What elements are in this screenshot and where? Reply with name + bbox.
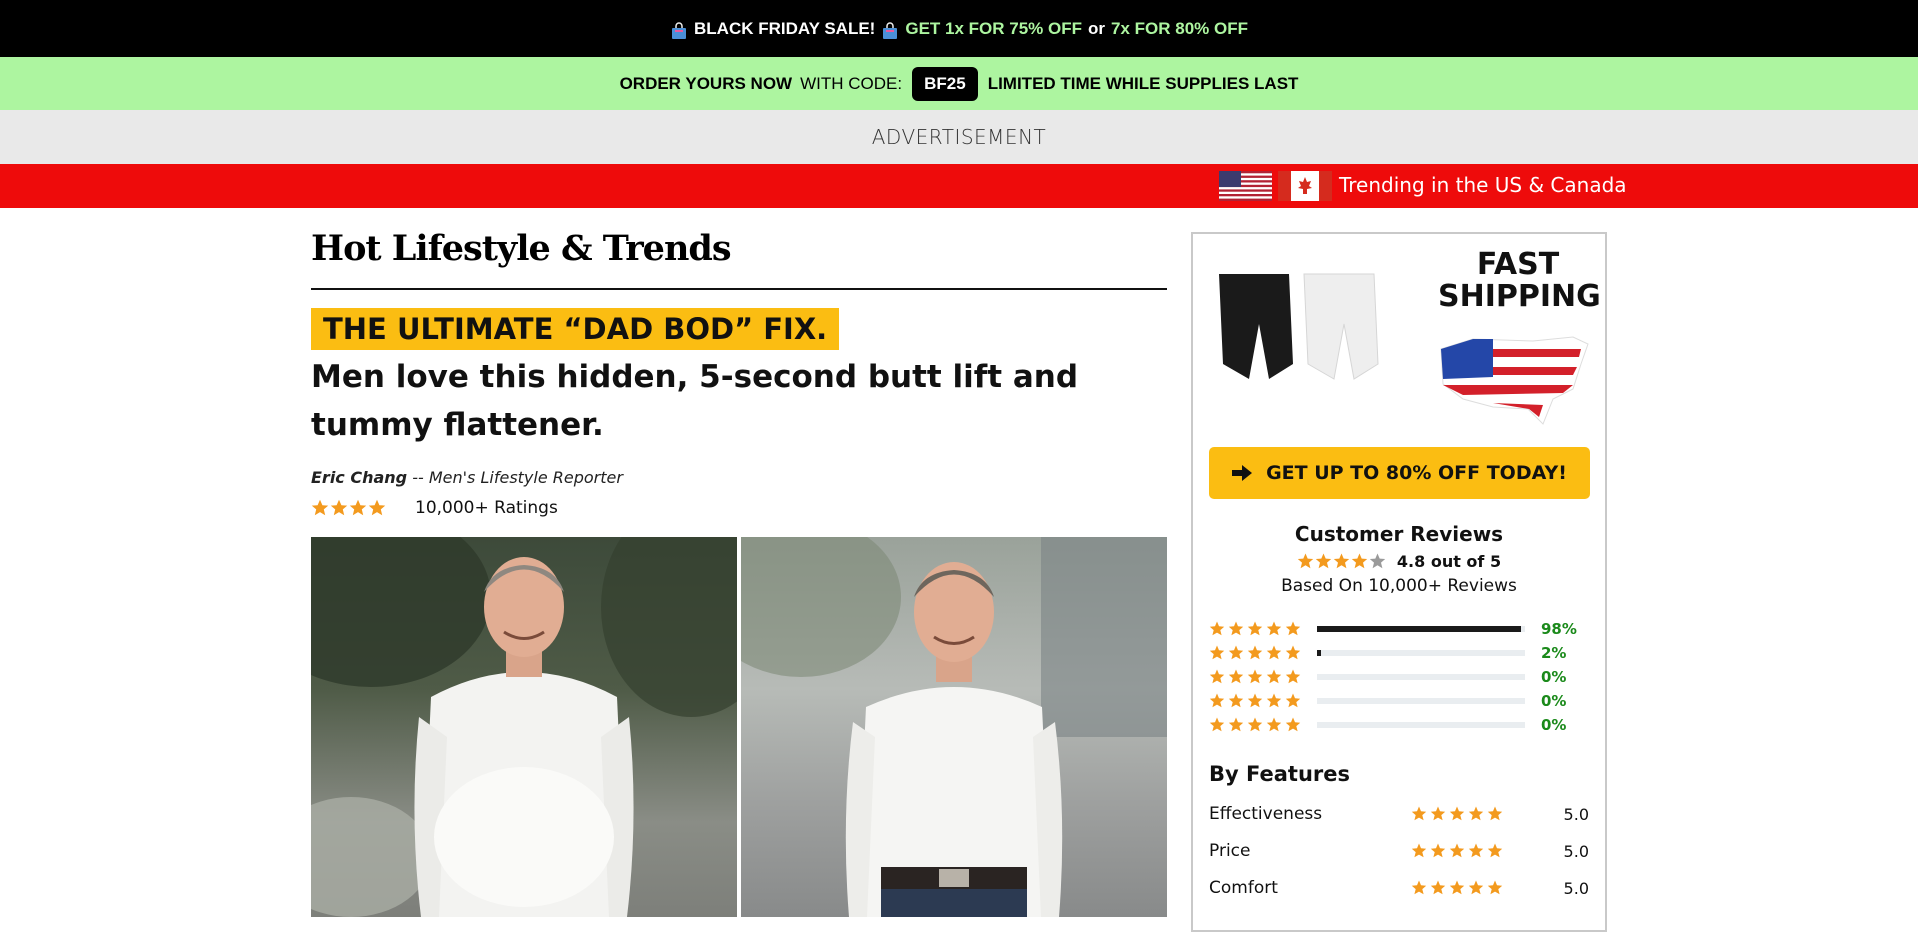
distribution-row: 2% <box>1209 641 1589 665</box>
feature-row: Price 5.0 <box>1209 841 1589 861</box>
offer-or: or <box>1088 18 1106 38</box>
headline: Men love this hidden, 5-second butt lift… <box>311 359 1079 443</box>
trending-text: Trending in the US & Canada <box>1339 173 1627 197</box>
product-image[interactable] <box>1209 264 1399 394</box>
five-star-icon <box>1411 806 1503 821</box>
code-bar: ORDER YOURS NOW WITH CODE: BF25 LIMITED … <box>0 57 1918 110</box>
customer-reviews-title: Customer Reviews <box>1294 522 1504 546</box>
five-star-icon <box>1209 669 1301 684</box>
star-rating-icon <box>311 499 396 516</box>
usa-map-flag-icon <box>1440 336 1589 425</box>
feature-score: 5.0 <box>1563 878 1589 898</box>
distribution-percent: 0% <box>1541 692 1567 710</box>
review-score: 4.8 out of 5 <box>1193 552 1605 571</box>
shopping-bag-icon <box>672 21 686 39</box>
cta-label: GET UP TO 80% OFF TODAY! <box>1266 462 1567 484</box>
limited-time-label: LIMITED TIME WHILE SUPPLIES LAST <box>987 73 1299 93</box>
black-friday-label: BLACK FRIDAY SALE! <box>694 18 876 38</box>
shopping-bag-icon <box>883 21 898 39</box>
star-rating-icon <box>1297 553 1386 569</box>
five-star-icon <box>1209 621 1301 636</box>
distribution-bar <box>1317 722 1525 728</box>
site-title[interactable]: Hot Lifestyle & Trends <box>311 228 732 269</box>
feature-name: Comfort <box>1209 878 1278 898</box>
after-photo <box>741 537 1167 917</box>
before-after-photos <box>311 537 1167 917</box>
sidebar-offer: FAST SHIPPING GET UP TO 80% OFF TODAY! C… <box>1191 232 1607 932</box>
byline: Eric Chang -- Men's Lifestyle Reporter <box>311 468 623 487</box>
five-star-icon <box>1209 645 1301 660</box>
distribution-row: 0% <box>1209 713 1589 737</box>
canada-flag-icon <box>1278 171 1332 201</box>
distribution-bar <box>1317 650 1525 656</box>
distribution-row: 0% <box>1209 689 1589 713</box>
ratings-count: 10,000+ Ratings <box>415 498 558 518</box>
based-on-text: Based On 10,000+ Reviews <box>1281 576 1517 596</box>
distribution-percent: 0% <box>1541 668 1567 686</box>
feature-name: Effectiveness <box>1209 804 1323 824</box>
distribution-percent: 98% <box>1541 620 1577 638</box>
distribution-bar <box>1317 698 1525 704</box>
distribution-bar <box>1317 626 1525 632</box>
feature-score: 5.0 <box>1563 841 1589 861</box>
title-divider <box>311 288 1167 290</box>
promo-bar: BLACK FRIDAY SALE! GET 1x FOR 75% OFF or… <box>0 0 1918 57</box>
five-star-icon <box>1209 717 1301 732</box>
fast-shipping-label: FAST SHIPPING <box>1438 247 1601 314</box>
rating-distribution: 98% 2% 0% 0% 0% <box>1209 617 1589 737</box>
five-star-icon <box>1411 843 1503 858</box>
advertisement-label: ADVERTISEMENT <box>871 125 1047 149</box>
flags <box>1219 171 1332 201</box>
by-features-title: By Features <box>1209 762 1351 786</box>
advertisement-bar: ADVERTISEMENT <box>0 110 1918 164</box>
distribution-row: 98% <box>1209 617 1589 641</box>
author-name: Eric Chang <box>311 468 408 487</box>
distribution-percent: 0% <box>1541 716 1567 734</box>
us-flag-icon <box>1219 171 1272 201</box>
score-text: 4.8 out of 5 <box>1396 552 1502 571</box>
trending-bar: Trending in the US & Canada <box>0 164 1918 208</box>
author-role: -- Men's Lifestyle Reporter <box>412 468 623 487</box>
distribution-row: 0% <box>1209 665 1589 689</box>
feature-row: Effectiveness 5.0 <box>1209 804 1589 824</box>
offer-two: 7x FOR 80% OFF <box>1111 18 1248 38</box>
get-discount-button[interactable]: GET UP TO 80% OFF TODAY! <box>1209 447 1590 499</box>
distribution-percent: 2% <box>1541 644 1567 662</box>
with-code-label: WITH CODE: <box>800 73 903 93</box>
offer-one: GET 1x FOR 75% OFF <box>905 18 1083 38</box>
headline-highlight: THE ULTIMATE “DAD BOD” FIX. <box>311 308 840 350</box>
five-star-icon <box>1209 693 1301 708</box>
promo-code[interactable]: BF25 <box>912 66 978 101</box>
distribution-bar <box>1317 674 1525 680</box>
order-now-label: ORDER YOURS NOW <box>619 73 793 93</box>
arrow-right-icon <box>1232 465 1253 481</box>
five-star-icon <box>1411 880 1503 895</box>
feature-name: Price <box>1209 841 1251 861</box>
feature-row: Comfort 5.0 <box>1209 878 1589 898</box>
rating-summary: 10,000+ Ratings <box>311 498 558 518</box>
before-photo <box>311 537 737 917</box>
feature-score: 5.0 <box>1563 804 1589 824</box>
